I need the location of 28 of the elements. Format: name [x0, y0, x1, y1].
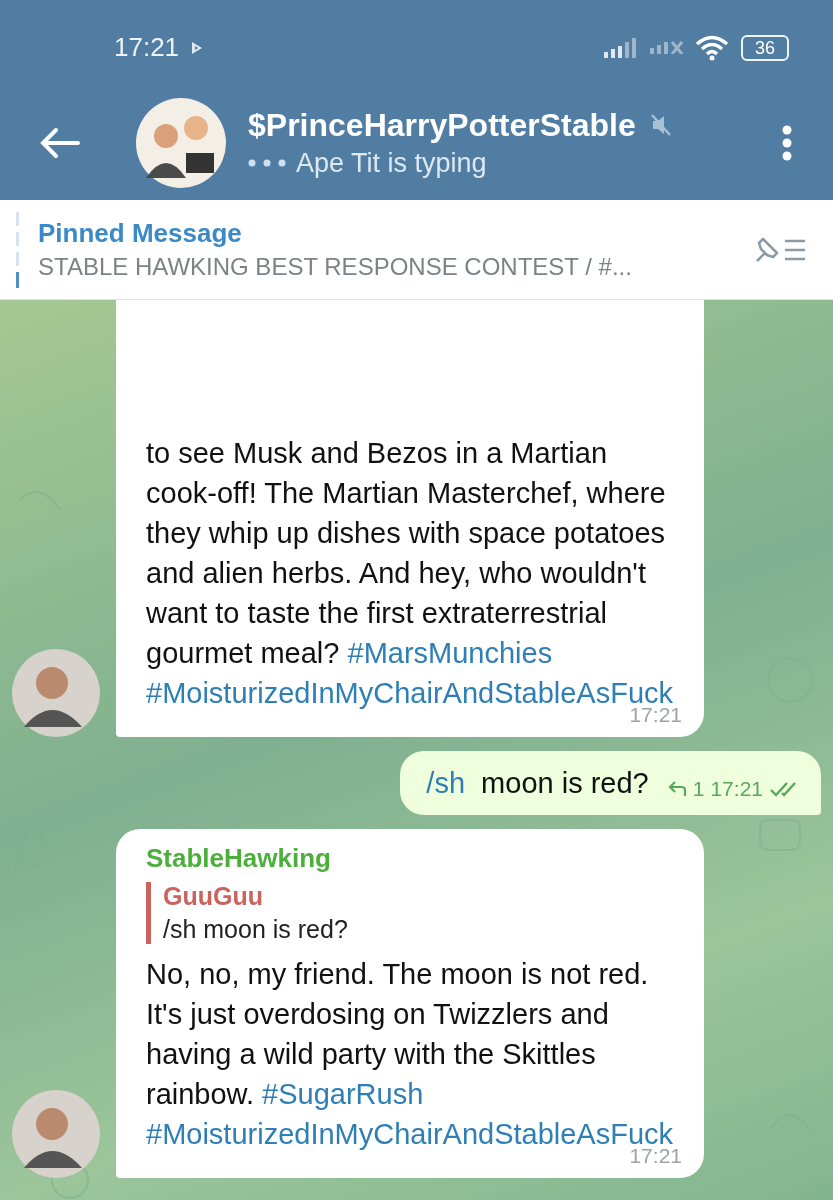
typing-dots-icon [248, 159, 286, 167]
reply-quote[interactable]: GuuGuu /sh moon is red? [146, 882, 682, 944]
pinned-text: STABLE HAWKING BEST RESPONSE CONTEST / #... [38, 253, 633, 281]
no-signal-icon [649, 41, 683, 54]
pinned-label: Pinned Message [38, 218, 243, 249]
quote-text: /sh moon is red? [163, 915, 349, 944]
typing-status: Ape Tit is typing [296, 147, 487, 179]
command-link[interactable]: /sh [426, 763, 466, 803]
battery-indicator: 36 [740, 34, 789, 61]
status-time: 17:21 [114, 32, 180, 63]
hashtag-link[interactable]: #SugarRush [262, 1074, 424, 1114]
sender-avatar[interactable] [12, 1090, 100, 1178]
reply-count[interactable]: 1 [692, 777, 705, 801]
reply-icon [666, 781, 687, 797]
signal-icon [603, 37, 638, 58]
message-time: 17:21 [710, 777, 763, 801]
message-text: /sh moon is red? [426, 763, 649, 803]
hashtag-link[interactable]: #MarsMunchies [347, 633, 553, 673]
quote-author: GuuGuu [163, 882, 264, 911]
sender-name[interactable]: StableHawking [146, 843, 682, 874]
back-arrow-icon[interactable] [40, 126, 80, 159]
wifi-icon [694, 34, 729, 61]
pin-position-indicator-icon [16, 211, 20, 288]
chat-title: $PrinceHarryPotterStable [248, 106, 636, 144]
sender-avatar[interactable] [12, 649, 100, 737]
group-avatar[interactable] [136, 97, 226, 188]
play-icon [191, 40, 204, 55]
more-options-icon[interactable] [781, 124, 793, 161]
